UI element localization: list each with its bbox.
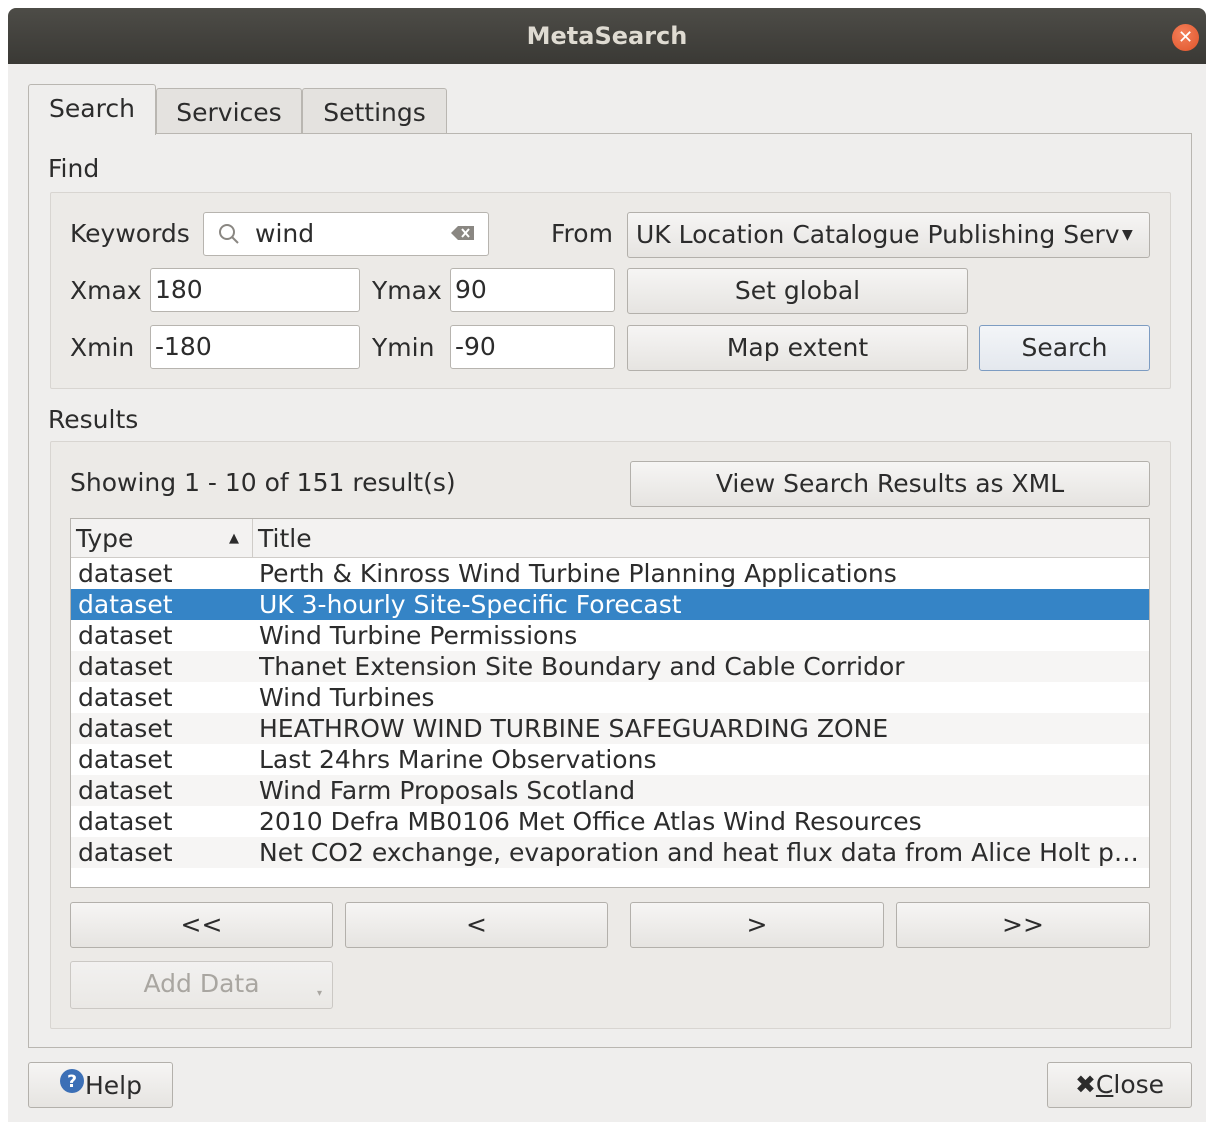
table-row[interactable]: dataset Net CO2 exchange, evaporation and… [71,837,1149,868]
add-data-button[interactable]: Add Data ▾ [70,961,333,1009]
clear-text-icon[interactable] [450,213,478,255]
column-type-label: Type [76,524,134,553]
first-page-button[interactable]: << [70,902,333,948]
close-label-rest: lose [1113,1070,1165,1099]
help-button[interactable]: ? Help [28,1062,173,1108]
cell-title: Wind Farm Proposals Scotland [259,776,636,805]
table-row[interactable]: dataset Wind Farm Proposals Scotland [71,775,1149,806]
ymax-label: Ymax [372,276,442,305]
window-title: MetaSearch [526,22,688,50]
cell-title: Perth & Kinross Wind Turbine Planning Ap… [259,559,897,588]
cell-type: dataset [78,590,173,619]
map-extent-button[interactable]: Map extent [627,325,968,371]
cell-title: Last 24hrs Marine Observations [259,745,657,774]
cell-title: UK 3-hourly Site-Specific Forecast [259,590,682,619]
column-title-label: Title [258,524,312,553]
catalog-service-select[interactable]: UK Location Catalogue Publishing Serv ▼ [627,212,1150,258]
dropdown-arrow-icon: ▾ [317,988,323,999]
sort-ascending-icon: ▲ [229,531,239,546]
cell-type: dataset [78,559,173,588]
close-button[interactable]: ✖Close [1047,1062,1192,1108]
catalog-service-value: UK Location Catalogue Publishing Serv [636,220,1120,249]
tab-search[interactable]: Search [28,84,156,135]
table-row[interactable]: dataset UK 3-hourly Site-Specific Forecas… [71,589,1149,620]
cell-title: HEATHROW WIND TURBINE SAFEGUARDING ZONE [259,714,889,743]
table-row[interactable]: dataset HEATHROW WIND TURBINE SAFEGUARDIN… [71,713,1149,744]
cell-type: dataset [78,745,173,774]
cell-type: dataset [78,652,173,681]
xmax-label: Xmax [70,276,142,305]
find-section-label: Find [48,154,100,183]
help-icon: ? [59,1064,85,1108]
table-row[interactable]: dataset Thanet Extension Site Boundary an… [71,651,1149,682]
cell-title: Wind Turbines [259,683,435,712]
table-row[interactable]: dataset Wind Turbines [71,682,1149,713]
search-icon [218,213,242,255]
table-row[interactable]: dataset Wind Turbine Permissions [71,620,1149,651]
cell-title: Thanet Extension Site Boundary and Cable… [259,652,905,681]
xmin-label: Xmin [70,333,135,362]
next-page-button[interactable]: > [630,902,884,948]
table-row[interactable]: dataset Perth & Kinross Wind Turbine Plan… [71,558,1149,589]
svg-text:?: ? [67,1072,77,1092]
results-section-label: Results [48,405,139,434]
from-label: From [551,219,613,248]
results-count-text: Showing 1 - 10 of 151 result(s) [70,468,456,497]
table-row[interactable]: dataset Last 24hrs Marine Observations [71,744,1149,775]
add-data-label: Add Data [143,969,260,998]
column-header-title[interactable]: Title [253,519,1149,557]
keywords-label: Keywords [70,219,190,248]
cell-type: dataset [78,807,173,836]
close-icon: ✖ [1074,1070,1096,1099]
keywords-value: wind [255,219,315,248]
previous-page-button[interactable]: < [345,902,608,948]
help-label: Help [85,1071,142,1100]
cell-type: dataset [78,838,173,867]
results-table[interactable]: Type ▲ Title dataset Perth & Kinross Wind… [70,518,1150,888]
cell-title: Wind Turbine Permissions [259,621,578,650]
cell-type: dataset [78,621,173,650]
set-global-button[interactable]: Set global [627,268,968,314]
ymin-input[interactable]: -90 [450,325,615,369]
window-close-icon[interactable]: ✕ [1172,24,1199,51]
column-header-type[interactable]: Type ▲ [71,519,253,557]
table-row[interactable]: dataset 2010 Defra MB0106 Met Office Atla… [71,806,1149,837]
keywords-search-input[interactable]: wind [203,212,489,256]
tab-settings[interactable]: Settings [302,88,447,136]
cell-title: Net CO2 exchange, evaporation and heat f… [259,838,1144,867]
xmax-input[interactable]: 180 [150,268,360,312]
chevron-down-icon: ▼ [1122,227,1133,243]
cell-type: dataset [78,683,173,712]
search-button[interactable]: Search [979,325,1150,371]
view-xml-button[interactable]: View Search Results as XML [630,461,1150,507]
xmin-input[interactable]: -180 [150,325,360,369]
tab-services[interactable]: Services [156,88,302,136]
ymin-label: Ymin [372,333,435,362]
close-mnemonic: C [1095,1070,1114,1099]
ymax-input[interactable]: 90 [450,268,615,312]
cell-type: dataset [78,776,173,805]
cell-type: dataset [78,714,173,743]
last-page-button[interactable]: >> [896,902,1150,948]
cell-title: 2010 Defra MB0106 Met Office Atlas Wind … [259,807,922,836]
table-header: Type ▲ Title [71,519,1149,558]
